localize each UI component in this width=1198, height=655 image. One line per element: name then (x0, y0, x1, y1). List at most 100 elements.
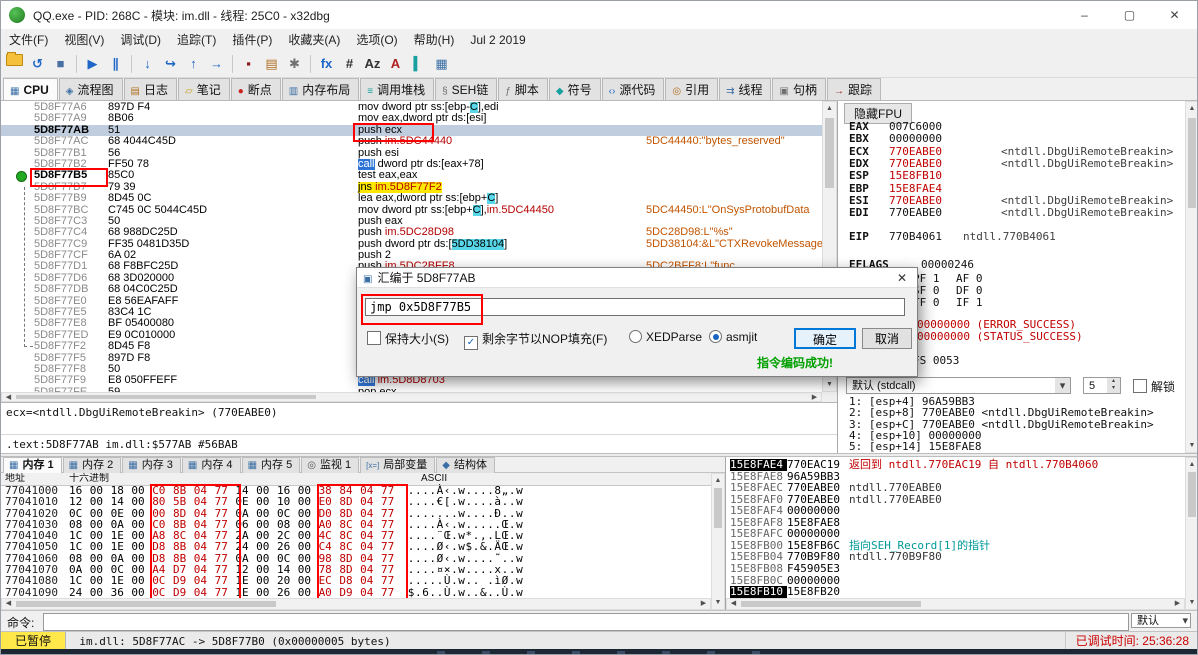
menu-item-5[interactable]: 收藏夹(A) (280, 29, 348, 51)
bottom-tab-局部变量[interactable]: [x=] 局部变量 (360, 457, 436, 473)
assemble-input[interactable] (365, 298, 905, 316)
command-mode-select[interactable]: 默认 ▾ (1131, 613, 1191, 628)
tab-符号[interactable]: ◆ 符号 (548, 78, 601, 100)
bottom-tab-内存 4[interactable]: ▦ 内存 4 (181, 457, 241, 473)
disasm-row-5D8F77B1[interactable]: 5D8F77B1 56 push esi (1, 148, 822, 159)
asmjit-radio[interactable]: asmjit (709, 330, 757, 344)
az-icon[interactable]: Az (361, 53, 384, 75)
dump-row-77041030[interactable]: 77041030 08 00 0A 00 C0 8B 04 77 06 00 08 00 A0 8C 04 77… (1, 519, 711, 531)
memory-dump-pane[interactable]: 地址 十六进制 ASCII 77041000 16 00 18 00 C0 8B 04 77 14… (1, 473, 711, 598)
scroll-down-icon[interactable]: ▼ (1186, 596, 1197, 609)
tab-笔记[interactable]: ▱ 笔记 (177, 78, 230, 100)
calling-convention-select[interactable]: 默认 (stdcall) ▾ (846, 377, 1071, 394)
dump-row-77041060[interactable]: 77041060 08 00 0A 00 D8 8B 04 77 0A 00 0C 00 98 8D 04 77… (1, 552, 711, 564)
scroll-thumb[interactable] (714, 488, 722, 528)
dump-row-77041020[interactable]: 77041020 0C 00 0E 00 00 8D 04 77 0A 00 0C 00 D0 8D 04 77… (1, 507, 711, 519)
command-input[interactable] (43, 613, 1129, 631)
dump-row-77041080[interactable]: 77041080 1C 00 1E 00 0C D9 04 77 1E 00 20 00 EC D8 04 77… (1, 575, 711, 587)
scroll-right-icon[interactable]: ▶ (1171, 599, 1184, 609)
tab-内存布局[interactable]: ▥ 内存布局 (281, 78, 360, 100)
register-EBP[interactable]: EBP 15E8FAE4 (838, 182, 1185, 195)
stack-row-15E8FB08[interactable]: 15E8FB08 F45905E3 (726, 563, 1185, 575)
tab-断点[interactable]: ● 断点 (230, 78, 281, 100)
disasm-row-5D8F77B2[interactable]: 5D8F77B2 FF50 78 call dword ptr ds:[eax+78… (1, 158, 822, 170)
unlock-checkbox[interactable]: 解锁 (1133, 378, 1175, 395)
bottom-tab-内存 5[interactable]: ▦ 内存 5 (241, 457, 301, 473)
hash-icon[interactable]: # (338, 53, 361, 75)
stack-row-15E8FB10[interactable]: 15E8FB10 15E8FB20 (726, 586, 1185, 598)
tab-脚本[interactable]: ƒ 脚本 (498, 78, 548, 100)
arg-count-spinner[interactable]: 5 ▴ ▾ (1083, 377, 1121, 394)
scroll-thumb[interactable] (1188, 118, 1196, 208)
disasm-row-5D8F77C9[interactable]: 5D8F77C9 FF35 0481D35D push dword ptr ds:[… (1, 238, 822, 250)
scroll-thumb[interactable] (16, 395, 316, 399)
register-EIP[interactable]: EIP 770B4061 ntdll.770B4061 (838, 231, 1185, 243)
dialog-close-icon[interactable]: ✕ (887, 268, 917, 288)
register-EAX[interactable]: EAX 007C6000 (838, 121, 1185, 133)
dump-row-77041010[interactable]: 77041010 12 00 14 00 80 5B 04 77 0E 00 10 00 E0 8D 04 77… (1, 496, 711, 508)
step-over-icon[interactable]: ↪ (159, 53, 182, 75)
bottom-tab-内存 2[interactable]: ▦ 内存 2 (62, 457, 122, 473)
dump-row-77041050[interactable]: 77041050 1C 00 1E 00 D8 8B 04 77 24 00 26 00 C4 8C 04 77… (1, 541, 711, 553)
register-ECX[interactable]: ECX 770EABE0 <ntdll.DbgUiRemoteBreakin> (838, 145, 1185, 158)
bottom-tab-内存 1[interactable]: ▦ 内存 1 (3, 457, 62, 473)
menu-item-2[interactable]: 调试(D) (112, 29, 169, 51)
taskbar-icon[interactable] (527, 651, 535, 654)
spinner-arrows-icon[interactable]: ▴ ▾ (1107, 378, 1120, 393)
scroll-right-icon[interactable]: ▶ (808, 393, 821, 401)
tab-引用[interactable]: ◎ 引用 (665, 78, 719, 100)
disasm-row-5D8F77C3[interactable]: 5D8F77C3 50 push eax (1, 216, 822, 227)
scroll-right-icon[interactable]: ▶ (697, 599, 710, 609)
tab-跟踪[interactable]: → 跟踪 (826, 78, 881, 100)
scroll-left-icon[interactable]: ◀ (2, 599, 15, 609)
register-ESP[interactable]: ESP 15E8FB10 (838, 170, 1185, 182)
nop-fill-checkbox[interactable]: ✓ 剩余字节以NOP填充(F) (464, 330, 607, 350)
scroll-up-icon[interactable]: ▲ (823, 102, 836, 115)
tab-流程图[interactable]: ◈ 流程图 (58, 78, 123, 100)
open-file-icon[interactable] (3, 52, 26, 75)
scroll-left-icon[interactable]: ◀ (727, 599, 740, 609)
fx-icon[interactable]: fx (315, 53, 338, 75)
menu-item-8[interactable]: Jul 2 2019 (462, 29, 533, 51)
scroll-thumb[interactable] (1188, 472, 1196, 517)
menu-item-3[interactable]: 追踪(T) (169, 29, 224, 51)
monitor-icon[interactable]: ▦ (430, 53, 453, 75)
taskbar-icon[interactable] (707, 651, 715, 654)
log-icon[interactable]: ▤ (260, 53, 283, 75)
menu-item-4[interactable]: 插件(P) (224, 29, 280, 51)
stack-row-15E8FAE4[interactable]: 15E8FAE4 770EAC19 返回到 ntdll.770EAC19 自 ntd… (726, 459, 1185, 471)
disasm-row-5D8F77B5[interactable]: 5D8F77B5 85C0 test eax,eax (1, 170, 822, 181)
dump-row-77041090[interactable]: 77041090 24 00 36 00 0C D9 04 77 1E 00 26 00 A0 D9 04 77… (1, 586, 711, 598)
tab-线程[interactable]: ⇉ 线程 (719, 78, 772, 100)
disasm-row-5D8F77C4[interactable]: 5D8F77C4 68 988DC25D push im.5DC28D98 5DC28… (1, 227, 822, 238)
scroll-left-icon[interactable]: ◀ (2, 393, 15, 401)
dump-row-77041000[interactable]: 77041000 16 00 18 00 C0 8B 04 77 14 00 16 00 38 84 04 77… (1, 485, 711, 497)
scroll-thumb[interactable] (825, 118, 834, 188)
bottom-tab-监视 1[interactable]: ◎ 监视 1 (301, 457, 360, 473)
register-EBX[interactable]: EBX 00000000 (838, 133, 1185, 145)
stack-pane[interactable]: 15E8FAE4 770EAC19 返回到 ntdll.770EAC19 自 ntd… (726, 457, 1185, 598)
breakpoint-icon[interactable]: ▪ (237, 53, 260, 75)
menu-item-1[interactable]: 视图(V) (56, 29, 112, 51)
arg-row-5[interactable]: 5: [esp+14] 15E8FAE8 (849, 441, 981, 453)
maximize-button[interactable]: ▢ (1107, 1, 1152, 29)
stack-hscrollbar[interactable]: ◀ ▶ (726, 598, 1185, 610)
dump-row-77041070[interactable]: 77041070 0A 00 0C 00 A4 D7 04 77 12 00 14 00 78 8D 04 77… (1, 564, 711, 576)
dump-vscrollbar[interactable]: ▲ ▼ (711, 473, 725, 610)
stack-row-15E8FAF4[interactable]: 15E8FAF4 00000000 (726, 505, 1185, 517)
stop-icon[interactable]: ■ (49, 53, 72, 75)
disasm-row-5D8F77F9[interactable]: 5D8F77F9 E8 050FFEFF call im.5D8D8703 (1, 375, 822, 387)
menu-item-7[interactable]: 帮助(H) (406, 29, 463, 51)
taskbar-icon[interactable] (482, 651, 490, 654)
bottom-tab-内存 3[interactable]: ▦ 内存 3 (122, 457, 181, 473)
disasm-row-5D8F77AC[interactable]: 5D8F77AC 68 4044C45D push im.5DC44440 5DC44… (1, 136, 822, 147)
close-button[interactable]: ✕ (1152, 1, 1197, 29)
disasm-row-5D8F77A6[interactable]: 5D8F77A6 897D F4 mov dword ptr ss:[ebp-C],… (1, 102, 822, 113)
disasm-row-5D8F77B7[interactable]: 5D8F77B7 79 39 jns im.5D8F77F2 (1, 181, 822, 193)
pause-icon[interactable]: ∥ (104, 53, 127, 75)
register-ESI[interactable]: ESI 770EABE0 <ntdll.DbgUiRemoteBreakin> (838, 194, 1185, 207)
scroll-down-icon[interactable]: ▼ (712, 596, 724, 609)
highlight-icon[interactable]: ▍ (407, 53, 430, 75)
tab-日志[interactable]: ▤ 日志 (123, 78, 177, 100)
restart-icon[interactable]: ↺ (26, 53, 49, 75)
